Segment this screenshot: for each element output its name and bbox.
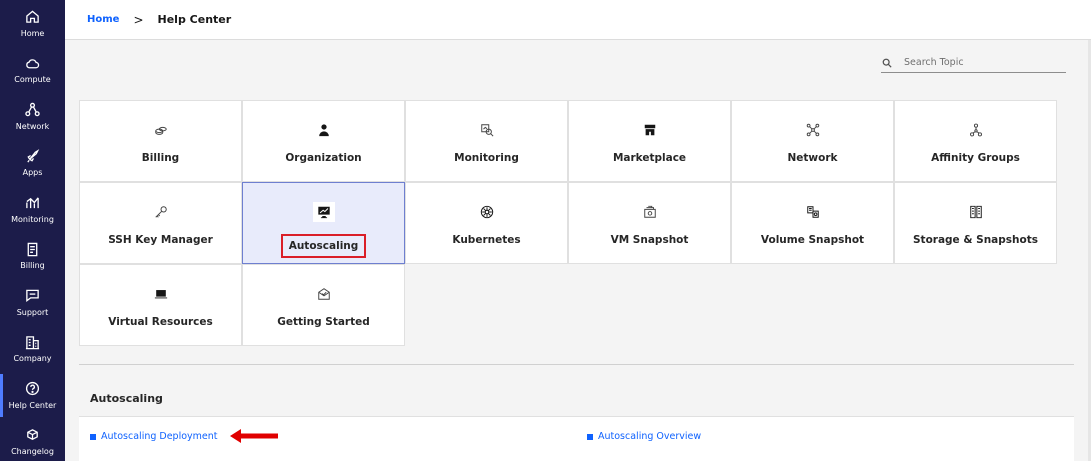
- tile-label: Marketplace: [612, 152, 687, 164]
- article-link-autoscaling-overview[interactable]: Autoscaling Overview: [587, 431, 701, 442]
- laptop-icon: [153, 287, 169, 301]
- sidebar-item-label: Compute: [14, 75, 51, 85]
- sidebar-item-label: Apps: [22, 168, 43, 178]
- sidebar-item-label: Monitoring: [11, 214, 54, 224]
- sidebar-nav: Home Compute Network Apps Monitoring Bil…: [0, 0, 65, 461]
- tile-label: Volume Snapshot: [760, 234, 865, 246]
- tile-label: Autoscaling: [280, 234, 367, 258]
- sidebar-item-monitoring[interactable]: Monitoring: [0, 186, 65, 233]
- topic-tile-marketplace[interactable]: Marketplace: [568, 100, 731, 182]
- search-bar: [881, 53, 1066, 73]
- tile-label: Virtual Resources: [108, 316, 213, 328]
- sidebar-item-help-center[interactable]: Help Center: [0, 372, 65, 419]
- tile-label: Network: [787, 152, 838, 164]
- sidebar-item-label: Billing: [20, 261, 45, 271]
- topic-tile-affinity-groups[interactable]: Affinity Groups: [894, 100, 1057, 182]
- volume-snapshot-icon: [805, 205, 821, 219]
- storage-icon: [968, 205, 984, 219]
- sidebar-item-label: Company: [13, 354, 52, 364]
- topic-tile-billing[interactable]: Billing: [79, 100, 242, 182]
- panel-title: Autoscaling: [79, 380, 1074, 417]
- article-label: Autoscaling Deployment: [101, 431, 218, 442]
- sidebar-item-label: Network: [15, 121, 50, 131]
- tile-label: Organization: [285, 152, 362, 164]
- kubernetes-icon: [479, 205, 495, 219]
- home-icon: [25, 9, 41, 25]
- sidebar-item-network[interactable]: Network: [0, 93, 65, 140]
- sidebar-item-support[interactable]: Support: [0, 279, 65, 326]
- topic-tile-virtual-resources[interactable]: Virtual Resources: [79, 264, 242, 346]
- sidebar-item-apps[interactable]: Apps: [0, 140, 65, 187]
- section-divider: [79, 364, 1074, 365]
- cloud-icon: [25, 55, 41, 71]
- bullet-icon: [90, 433, 96, 440]
- tile-label: Billing: [141, 152, 180, 164]
- search-icon: [881, 57, 893, 69]
- breadcrumb-separator: >: [133, 12, 144, 27]
- tile-label: SSH Key Manager: [108, 234, 213, 246]
- sidebar-item-label: Home: [20, 28, 45, 38]
- store-icon: [642, 123, 658, 137]
- chart-icon: [25, 195, 41, 211]
- topic-tile-monitoring[interactable]: Monitoring: [405, 100, 568, 182]
- sidebar-item-home[interactable]: Home: [0, 0, 65, 47]
- chat-icon: [25, 288, 41, 304]
- topic-tile-kubernetes[interactable]: Kubernetes: [405, 182, 568, 264]
- tile-label: VM Snapshot: [610, 234, 689, 246]
- tile-label: Kubernetes: [452, 234, 521, 246]
- breadcrumb: Home > Help Center: [65, 0, 1091, 40]
- sidebar-item-label: Help Center: [8, 400, 57, 410]
- article-label: Autoscaling Overview: [598, 431, 702, 442]
- topic-tile-ssh-key-manager[interactable]: SSH Key Manager: [79, 182, 242, 264]
- building-icon: [25, 334, 41, 350]
- topic-tile-organization[interactable]: Organization: [242, 100, 405, 182]
- receipt-icon: [25, 241, 41, 257]
- sidebar-item-label: Support: [16, 307, 49, 317]
- bullet-icon: [587, 433, 593, 440]
- autoscaling-icon: [312, 202, 335, 222]
- help-icon: [25, 381, 41, 397]
- topic-tile-vm-snapshot[interactable]: VM Snapshot: [568, 182, 731, 264]
- person-icon: [316, 123, 332, 137]
- vm-snapshot-icon: [642, 205, 658, 219]
- topic-tile-autoscaling[interactable]: Autoscaling: [242, 182, 405, 264]
- article-link-autoscaling-deployment[interactable]: Autoscaling Deployment: [90, 431, 218, 442]
- search-input[interactable]: [904, 57, 1054, 68]
- tile-label: Getting Started: [277, 316, 370, 328]
- sidebar-item-company[interactable]: Company: [0, 326, 65, 373]
- getting-started-icon: [316, 287, 332, 301]
- tile-label: Affinity Groups: [931, 152, 1020, 164]
- page-title: Help Center: [157, 13, 232, 26]
- sidebar-item-label: Changelog: [11, 447, 54, 457]
- sidebar-item-billing[interactable]: Billing: [0, 233, 65, 280]
- articles-panel: Autoscaling Autoscaling Deployment Autos…: [79, 380, 1074, 461]
- network-icon: [25, 102, 41, 118]
- arrow-icon: [230, 429, 278, 443]
- topic-tile-volume-snapshot[interactable]: Volume Snapshot: [731, 182, 894, 264]
- breadcrumb-home-link[interactable]: Home: [87, 14, 119, 25]
- topic-tile-storage-snapshots[interactable]: Storage & Snapshots: [894, 182, 1057, 264]
- network-nodes-icon: [805, 123, 821, 137]
- tile-label: Monitoring: [454, 152, 519, 164]
- sidebar-item-compute[interactable]: Compute: [0, 47, 65, 94]
- rocket-icon: [25, 148, 41, 164]
- topic-tile-getting-started[interactable]: Getting Started: [242, 264, 405, 346]
- changelog-icon: [25, 427, 41, 443]
- billing-icon: [153, 123, 169, 137]
- tile-label: Storage & Snapshots: [912, 234, 1038, 246]
- monitoring-icon: [479, 123, 495, 137]
- sidebar-item-changelog[interactable]: Changelog: [0, 419, 65, 461]
- topic-tile-network[interactable]: Network: [731, 100, 894, 182]
- hierarchy-icon: [968, 123, 984, 137]
- key-icon: [153, 205, 169, 219]
